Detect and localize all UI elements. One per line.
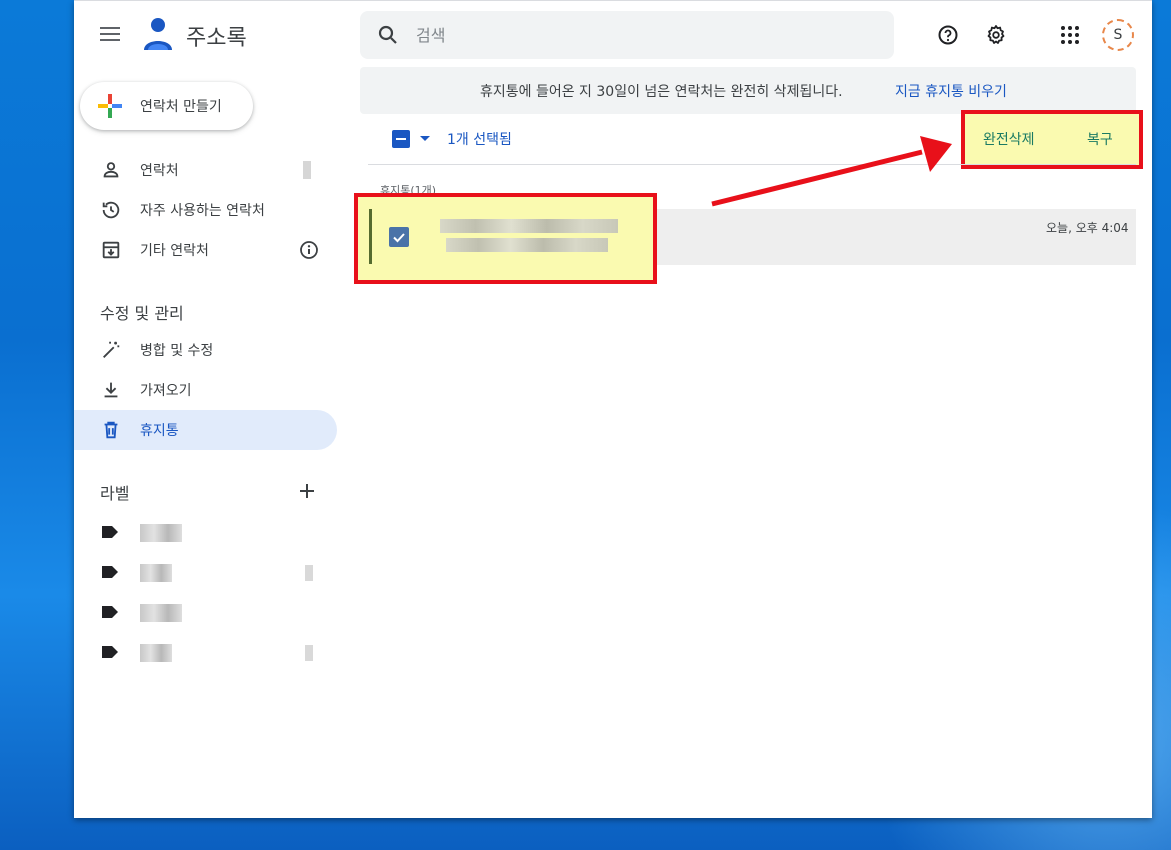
sidebar-item-label: 휴지통 (140, 423, 179, 439)
row-checkbox[interactable] (389, 227, 409, 247)
info-icon[interactable] (299, 240, 319, 260)
label-count-blurred (305, 565, 313, 581)
sidebar-item-label: 연락처 (140, 163, 179, 179)
window-top-border (74, 0, 1152, 1)
magic-wand-icon (103, 341, 120, 358)
settings-gear-icon[interactable] (984, 23, 1008, 47)
annotation-arrow (711, 136, 952, 207)
sidebar-item-import[interactable]: 가져오기 (74, 370, 337, 410)
label-name-blurred (140, 524, 182, 542)
label-item[interactable] (74, 512, 337, 552)
chevron-down-icon[interactable] (420, 136, 430, 141)
app-title: 주소록 (186, 26, 247, 51)
sidebar-item-label: 병합 및 수정 (140, 343, 214, 359)
apps-grid-icon[interactable] (1058, 23, 1082, 47)
label-name-blurred (140, 564, 172, 582)
row-selection-accent (369, 209, 372, 264)
contacts-window: 주소록 연락처 만들기 연락처 자주 사용하는 연락처 기타 연락처 수정 및 … (74, 0, 1152, 818)
contact-email-blurred (446, 238, 608, 252)
sidebar-item-trash[interactable]: 휴지통 (74, 410, 337, 450)
trash-icon (104, 421, 118, 439)
search-input[interactable] (416, 25, 856, 45)
colorful-plus-icon (98, 94, 122, 118)
label-tag-icon (102, 606, 118, 618)
row-timestamp: 오늘, 오후 4:04 (1046, 221, 1129, 235)
help-icon[interactable] (936, 23, 960, 47)
label-count-blurred (305, 645, 313, 661)
selected-count-text: 1개 선택됨 (447, 132, 512, 148)
main-menu-icon[interactable] (98, 23, 122, 47)
labels-section-title: 라벨 (100, 484, 130, 503)
sidebar-item-frequent[interactable]: 자주 사용하는 연락처 (74, 190, 337, 230)
delete-forever-button[interactable]: 완전삭제 (983, 129, 1035, 149)
sidebar-item-label: 자주 사용하는 연락처 (140, 203, 265, 219)
label-item[interactable] (74, 552, 337, 592)
label-name-blurred (140, 604, 182, 622)
create-contact-label: 연락처 만들기 (140, 99, 222, 115)
contacts-count-blurred (303, 161, 311, 179)
archive-icon (102, 241, 120, 259)
create-contact-button[interactable]: 연락처 만들기 (80, 82, 253, 130)
sidebar-item-label: 기타 연락처 (140, 243, 209, 259)
label-tag-icon (102, 646, 118, 658)
search-bar[interactable] (360, 11, 894, 59)
banner-text: 휴지통에 들어온 지 30일이 넘은 연락처는 완전히 삭제됩니다. (480, 83, 843, 100)
avatar-initial: S (1113, 27, 1123, 43)
contact-name-blurred (440, 219, 618, 233)
restore-button[interactable]: 복구 (1087, 129, 1113, 149)
manage-section-title: 수정 및 관리 (100, 304, 184, 323)
check-icon (393, 233, 405, 243)
person-icon (103, 162, 119, 178)
sidebar-item-other-contacts[interactable]: 기타 연락처 (74, 230, 337, 270)
add-label-icon[interactable] (296, 480, 318, 502)
sidebar-item-merge-fix[interactable]: 병합 및 수정 (74, 330, 337, 370)
label-tag-icon (102, 566, 118, 578)
label-name-blurred (140, 644, 172, 662)
contacts-logo-icon (144, 18, 172, 50)
empty-trash-link[interactable]: 지금 휴지통 비우기 (895, 81, 1007, 101)
history-icon (102, 201, 120, 219)
sidebar-item-contacts[interactable]: 연락처 (74, 150, 337, 190)
select-all-checkbox[interactable] (392, 130, 410, 148)
label-item[interactable] (74, 632, 337, 672)
account-avatar[interactable]: S (1102, 19, 1134, 51)
trash-info-banner: 휴지통에 들어온 지 30일이 넘은 연락처는 완전히 삭제됩니다. 지금 휴지… (360, 67, 1136, 114)
download-icon (104, 382, 118, 398)
sidebar-item-label: 가져오기 (140, 383, 192, 399)
label-tag-icon (102, 526, 118, 538)
search-icon[interactable] (376, 23, 400, 47)
label-item[interactable] (74, 592, 337, 632)
